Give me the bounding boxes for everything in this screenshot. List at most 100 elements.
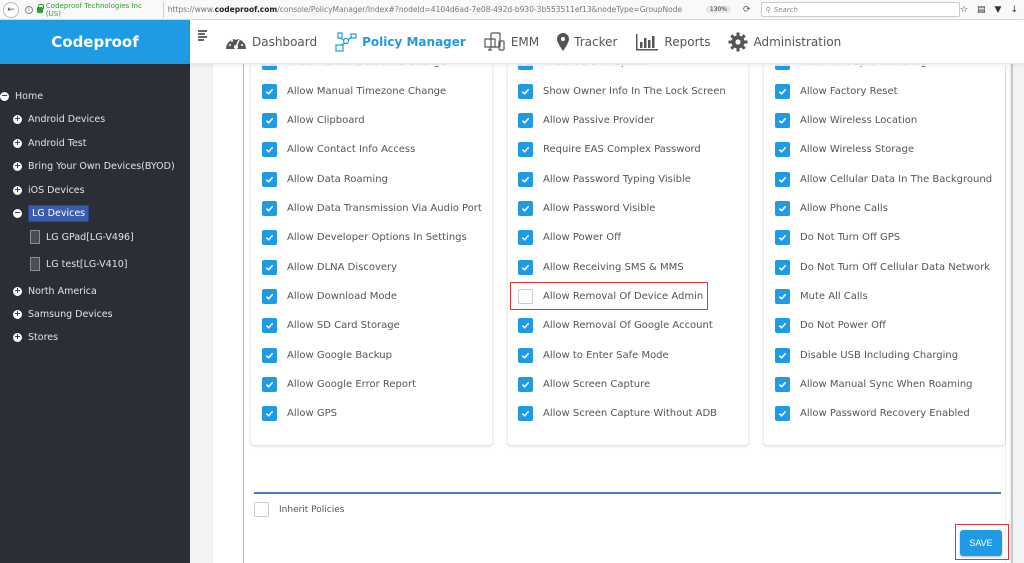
policy-option[interactable]: Allow Passive Provider (518, 112, 654, 130)
checkbox-checked[interactable] (262, 142, 277, 158)
policy-option[interactable]: Disable USB Including Charging (775, 346, 958, 364)
save-button[interactable]: SAVE (960, 530, 1002, 556)
tree-node-android-test[interactable]: + Android Test (13, 135, 86, 151)
checkbox-checked[interactable] (262, 406, 277, 422)
checkbox-checked[interactable] (775, 376, 790, 392)
policy-option[interactable]: Allow Password Typing Visible (518, 170, 691, 188)
policy-option[interactable]: Do Not Turn Off Cellular Data Network (775, 258, 990, 276)
policy-option[interactable]: Allow Password Visible (518, 200, 655, 218)
policy-option[interactable]: Allow Google Error Report (262, 375, 416, 393)
bookmark-star-icon[interactable]: ☆ (960, 5, 968, 15)
policy-option[interactable]: Allow Removal Of Google Account (518, 317, 713, 335)
checkbox-checked[interactable] (262, 171, 277, 187)
policy-option[interactable]: Show Owner Info In The Lock Screen (518, 82, 726, 100)
inherit-policies-option[interactable]: Inherit Policies (254, 502, 344, 517)
tree-node-android-devices[interactable]: + Android Devices (13, 111, 105, 127)
policy-option[interactable]: Allow Data Transmission Via Audio Port (262, 200, 482, 218)
tree-node-ios-devices[interactable]: + iOS Devices (13, 182, 85, 198)
checkbox-checked[interactable] (775, 113, 790, 129)
checkbox-checked[interactable] (518, 201, 533, 216)
checkbox-checked[interactable] (262, 318, 277, 334)
tree-node-stores[interactable]: + Stores (13, 329, 58, 345)
policy-option[interactable]: Allow Wireless Location (775, 112, 917, 130)
expand-icon[interactable]: + (13, 309, 22, 319)
policy-option[interactable]: Mute All Calls (775, 287, 868, 305)
checkbox-checked[interactable] (775, 201, 790, 216)
checkbox-checked[interactable] (518, 113, 533, 129)
checkbox-checked[interactable] (775, 83, 790, 99)
policy-option[interactable]: Allow Phone Calls (775, 200, 888, 218)
policy-option[interactable]: Do Not Power Off (775, 317, 886, 335)
back-button[interactable]: ← (3, 1, 19, 18)
page-scrollbar[interactable] (1011, 64, 1013, 563)
policy-option[interactable]: Allow Manual Timezone Change (262, 82, 446, 100)
policy-option[interactable]: Allow Clipboard (262, 112, 365, 130)
expand-icon[interactable]: + (13, 161, 22, 171)
checkbox-checked[interactable] (262, 83, 277, 99)
checkbox-checked[interactable] (518, 259, 533, 275)
tree-node-samsung-devices[interactable]: + Samsung Devices (13, 306, 113, 322)
pocket-icon[interactable]: ▼ (995, 5, 1002, 15)
menu-toggle-icon[interactable] (198, 30, 207, 41)
checkbox-checked[interactable] (518, 230, 533, 246)
reload-icon[interactable]: ⟳ (743, 5, 751, 15)
checkbox-checked[interactable] (775, 171, 790, 187)
policy-option[interactable]: Allow Contact Info Access (262, 141, 415, 159)
checkbox-checked[interactable] (262, 230, 277, 246)
browser-search-input[interactable]: ⚲ Search (760, 2, 960, 17)
tree-device-lg-test[interactable]: LG test[LG-V410] (30, 256, 128, 272)
checkbox-checked[interactable] (775, 259, 790, 275)
address-bar[interactable]: https://www.codeproof.com/console/Policy… (168, 5, 706, 14)
checkbox-checked[interactable] (518, 376, 533, 392)
checkbox-checked[interactable] (775, 406, 790, 422)
policy-option[interactable]: Allow Data Roaming (262, 170, 388, 188)
checkbox-checked[interactable] (775, 230, 790, 246)
checkbox-checked[interactable] (518, 406, 533, 422)
checkbox-checked[interactable] (262, 259, 277, 275)
policy-option[interactable]: Allow GPS (262, 405, 337, 423)
policy-option[interactable]: Allow Manual Sync When Roaming (775, 375, 973, 393)
policy-option[interactable]: Allow Developer Options In Settings (262, 229, 467, 247)
checkbox-checked[interactable] (518, 347, 533, 363)
checkbox-checked[interactable] (775, 142, 790, 158)
tree-node-byod[interactable]: + Bring Your Own Devices(BYOD) (13, 158, 175, 174)
checkbox-checked[interactable] (262, 113, 277, 129)
policy-option[interactable]: Allow Password Recovery Enabled (775, 405, 970, 423)
policy-option[interactable]: Allow Receiving SMS & MMS (518, 258, 684, 276)
checkbox-checked[interactable] (518, 83, 533, 99)
expand-icon[interactable]: + (13, 138, 22, 148)
nav-administration[interactable]: Administration (728, 32, 841, 52)
tree-node-lg-devices[interactable]: − LG Devices (13, 204, 90, 222)
policy-option[interactable]: Allow to Enter Safe Mode (518, 346, 669, 364)
checkbox-checked[interactable] (775, 318, 790, 334)
checkbox-checked[interactable] (262, 288, 277, 304)
tree-node-home[interactable]: − Home (0, 88, 43, 104)
tree-device-lg-gpad[interactable]: LG GPad[LG-V496] (30, 229, 134, 245)
policy-option[interactable]: Allow Download Mode (262, 287, 397, 305)
checkbox-checked[interactable] (775, 288, 790, 304)
policy-option[interactable]: Do Not Turn Off GPS (775, 229, 900, 247)
checkbox-checked[interactable] (262, 201, 277, 216)
policy-option[interactable]: Allow Cellular Data In The Background (775, 170, 992, 188)
tree-node-north-america[interactable]: + North America (13, 283, 97, 299)
checkbox-checked[interactable] (518, 142, 533, 158)
policy-option[interactable]: Allow Factory Reset (775, 82, 898, 100)
site-identity[interactable]: Codeproof Technologies Inc (US) (46, 1, 164, 18)
checkbox-checked[interactable] (518, 318, 533, 334)
inherit-policies-checkbox[interactable] (254, 502, 269, 517)
download-icon[interactable]: ↓ (1010, 5, 1018, 15)
policy-option[interactable]: Allow Screen Capture Without ADB (518, 405, 717, 423)
policy-option[interactable]: Allow Power Off (518, 229, 621, 247)
checkbox-checked[interactable] (775, 347, 790, 363)
collapse-icon[interactable]: − (0, 91, 9, 101)
checkbox-checked[interactable] (518, 171, 533, 187)
nav-dashboard[interactable]: Dashboard (225, 33, 317, 51)
policy-option[interactable]: Allow DLNA Discovery (262, 258, 397, 276)
policy-option[interactable]: Allow Screen Capture (518, 375, 650, 393)
expand-icon[interactable]: + (13, 114, 22, 124)
expand-icon[interactable]: + (13, 185, 22, 195)
zoom-level[interactable]: 130% (705, 6, 732, 13)
policy-option[interactable]: Allow Wireless Storage (775, 141, 914, 159)
expand-icon[interactable]: + (13, 286, 22, 296)
nav-policy-manager[interactable]: Policy Manager (335, 31, 466, 52)
